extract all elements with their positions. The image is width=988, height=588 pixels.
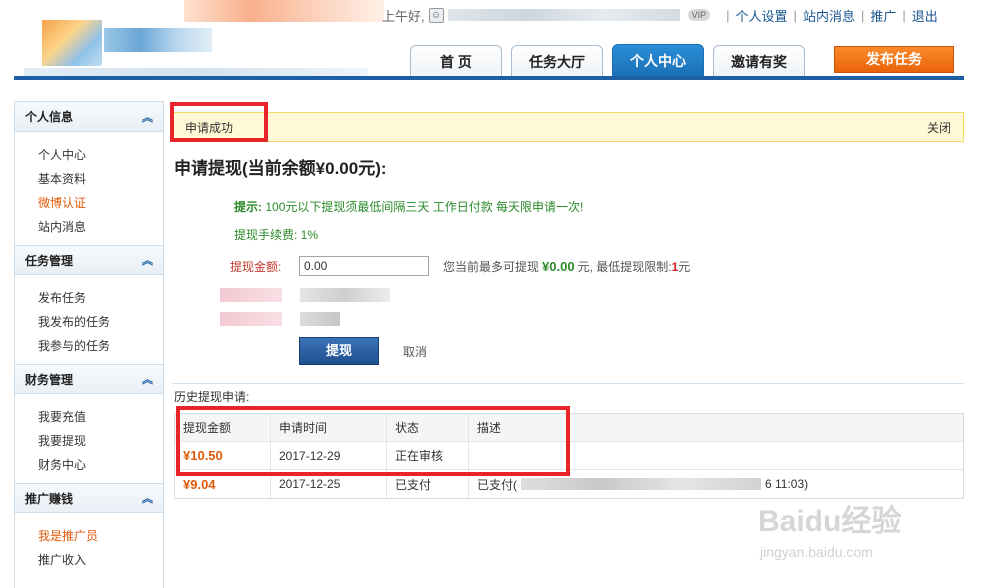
page-title: 申请提现(当前余额¥0.00元): bbox=[174, 159, 387, 178]
desc-blurred bbox=[521, 478, 761, 490]
notice-close-link[interactable]: 关闭 bbox=[927, 119, 951, 136]
sidebar-item-publish-task[interactable]: 发布任务 bbox=[38, 286, 163, 310]
withdraw-tip: 提示: 100元以下提现须最低间隔三天 工作日付款 每天限申请一次! bbox=[234, 198, 583, 215]
divider: | bbox=[902, 7, 906, 23]
sidebar-item-profile[interactable]: 基本资料 bbox=[38, 167, 163, 191]
link-promote[interactable]: 推广 bbox=[870, 6, 896, 25]
sidebar-item-personal-center[interactable]: 个人中心 bbox=[38, 143, 163, 167]
amount-input[interactable] bbox=[299, 256, 429, 276]
tab-personal-center[interactable]: 个人中心 bbox=[612, 44, 704, 77]
sidebar-group-title: 推广赚钱 bbox=[25, 491, 74, 506]
desc-prefix: 已支付( bbox=[477, 477, 517, 492]
sidebar-group-title: 财务管理 bbox=[25, 372, 74, 387]
tab-home[interactable]: 首 页 bbox=[410, 45, 502, 77]
sidebar-items: 个人中心 基本资料 微博认证 站内消息 bbox=[15, 132, 163, 245]
sidebar-group-finance[interactable]: 财务管理 ︽ bbox=[15, 364, 163, 394]
divider: | bbox=[860, 7, 865, 23]
hint-max-amount: ¥0.00 bbox=[542, 258, 575, 274]
annotation-highlight-box bbox=[176, 406, 570, 476]
greeting-text: 上午好, bbox=[382, 8, 425, 24]
chevron-up-icon[interactable]: ︽ bbox=[142, 490, 153, 506]
main-nav: 首 页 任务大厅 个人中心 邀请有奖 bbox=[410, 44, 814, 77]
history-title: 历史提现申请: bbox=[174, 390, 250, 404]
sidebar-item-weibo-verify[interactable]: 微博认证 bbox=[38, 191, 163, 215]
watermark-url: jingyan.baidu.com bbox=[760, 544, 873, 560]
top-user-bar: 上午好, ☺ VIP | 个人设置 | 站内消息 | 推广 | 退出 bbox=[382, 6, 938, 24]
tip-label: 提示: bbox=[234, 200, 262, 214]
sidebar-item-promo-income[interactable]: 推广收入 bbox=[38, 548, 163, 572]
tab-invite[interactable]: 邀请有奖 bbox=[713, 45, 805, 77]
sidebar: 个人信息 ︽ 个人中心 基本资料 微博认证 站内消息 任务管理 ︽ 发布任务 我… bbox=[14, 101, 164, 588]
sidebar-group-tasks[interactable]: 任务管理 ︽ bbox=[15, 245, 163, 275]
hint-middle: 元, 最低提现限制: bbox=[577, 259, 672, 274]
hint-prefix: 您当前最多可提现 bbox=[443, 259, 540, 274]
fee-text: 提现手续费: 1% bbox=[234, 228, 319, 242]
user-avatar-icon[interactable]: ☺ bbox=[428, 7, 444, 23]
sidebar-item-finance-center[interactable]: 财务中心 bbox=[38, 453, 163, 477]
tip-text: 100元以下提现须最低间隔三天 工作日付款 每天限申请一次! bbox=[265, 200, 584, 214]
chevron-up-icon[interactable]: ︽ bbox=[142, 109, 153, 125]
sidebar-items: 发布任务 我发布的任务 我参与的任务 bbox=[15, 275, 163, 364]
chevron-up-icon[interactable]: ︽ bbox=[142, 371, 153, 387]
link-logout[interactable]: 退出 bbox=[912, 6, 938, 25]
hint-suffix: 元 bbox=[678, 259, 691, 274]
sidebar-group-promotion[interactable]: 推广赚钱 ︽ bbox=[15, 483, 163, 513]
name-value-blurred bbox=[300, 312, 340, 326]
annotation-highlight-box bbox=[170, 102, 268, 142]
publish-task-button[interactable]: 发布任务 bbox=[834, 46, 954, 73]
chevron-up-icon[interactable]: ︽ bbox=[142, 252, 153, 268]
header-divider bbox=[14, 76, 964, 80]
sidebar-item-messages[interactable]: 站内消息 bbox=[38, 215, 163, 239]
watermark-logo: Baidu经验 bbox=[758, 505, 902, 538]
section-divider bbox=[172, 383, 964, 384]
sidebar-group-title: 任务管理 bbox=[25, 253, 74, 268]
link-messages[interactable]: 站内消息 bbox=[803, 6, 855, 25]
withdraw-submit-button[interactable]: 提现 bbox=[299, 337, 379, 365]
sidebar-item-my-joined[interactable]: 我参与的任务 bbox=[38, 334, 163, 358]
desc-tail: 6 11:03) bbox=[765, 477, 809, 491]
cancel-link[interactable]: 取消 bbox=[403, 343, 427, 360]
amount-label: 提现金额: bbox=[230, 259, 282, 274]
divider: | bbox=[793, 7, 797, 23]
page: 上午好, ☺ VIP | 个人设置 | 站内消息 | 推广 | 退出 首 页 任… bbox=[0, 0, 988, 588]
amount-row: 提现金额: 您当前最多可提现¥0.00元, 最低提现限制:1元 bbox=[230, 256, 690, 276]
sidebar-items: 我是推广员 推广收入 bbox=[15, 513, 163, 578]
sidebar-item-withdraw[interactable]: 我要提现 bbox=[38, 429, 163, 453]
sidebar-group-title: 个人信息 bbox=[25, 110, 74, 124]
account-value-blurred bbox=[300, 288, 390, 302]
divider: | bbox=[726, 7, 730, 23]
account-label-blurred bbox=[220, 288, 282, 302]
sidebar-item-promoter[interactable]: 我是推广员 bbox=[38, 524, 163, 548]
amount-hint: 您当前最多可提现 ¥0.00 元, 最低提现限制:1元 bbox=[443, 258, 690, 275]
tab-task-hall[interactable]: 任务大厅 bbox=[511, 45, 603, 77]
username-blurred[interactable] bbox=[447, 9, 680, 21]
vip-badge: VIP bbox=[687, 9, 711, 21]
sidebar-group-personal[interactable]: 个人信息 ︽ bbox=[15, 102, 163, 132]
sidebar-items: 我要充值 我要提现 财务中心 bbox=[15, 394, 163, 483]
name-label-blurred bbox=[220, 312, 282, 326]
site-logo[interactable] bbox=[24, 0, 384, 78]
link-settings[interactable]: 个人设置 bbox=[736, 6, 788, 25]
sidebar-item-recharge[interactable]: 我要充值 bbox=[38, 405, 163, 429]
sidebar-item-my-published[interactable]: 我发布的任务 bbox=[38, 310, 163, 334]
success-notice: 申请成功 关闭 bbox=[172, 112, 964, 142]
